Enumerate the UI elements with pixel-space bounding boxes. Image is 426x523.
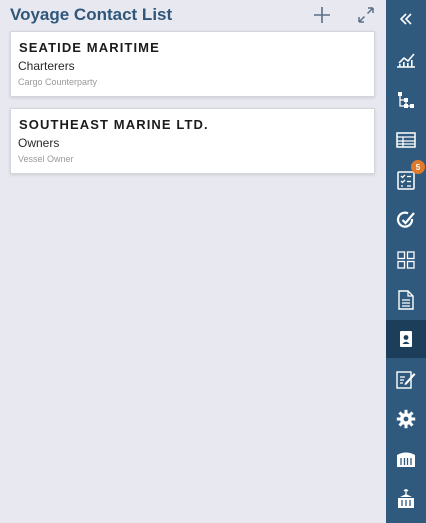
gear-icon <box>396 409 416 429</box>
hierarchy-icon <box>398 92 414 108</box>
sidebar-item-grid[interactable] <box>386 241 426 279</box>
contact-role: Owners <box>18 136 60 150</box>
contact-role: Charterers <box>18 59 75 73</box>
ledger-icon <box>396 132 416 148</box>
sidebar-item-cargo[interactable] <box>386 480 426 518</box>
contact-card-icon <box>400 331 412 347</box>
sidebar-item-ledger[interactable] <box>386 121 426 159</box>
sidebar-item-refresh[interactable] <box>386 201 426 239</box>
contact-card[interactable]: SOUTHEAST MARINE LTD. Owners Vessel Owne… <box>10 108 375 174</box>
collapse-double-chevron-icon <box>399 13 412 25</box>
sidebar-item-analytics[interactable] <box>386 41 426 79</box>
sidebar-item-document[interactable] <box>386 281 426 319</box>
sidebar-item-contacts[interactable] <box>386 320 426 358</box>
expand-button[interactable] <box>355 4 377 26</box>
panel-header: Voyage Contact List <box>0 0 386 30</box>
plus-icon <box>314 7 330 23</box>
contact-name: SOUTHEAST MARINE LTD. <box>19 117 209 132</box>
sidebar-item-container[interactable] <box>386 440 426 478</box>
contact-name: SEATIDE MARITIME <box>19 40 160 55</box>
cargo-lift-icon <box>398 489 414 508</box>
sidebar-item-hierarchy[interactable] <box>386 81 426 119</box>
document-icon <box>398 290 414 310</box>
sidebar-item-notes[interactable] <box>386 360 426 398</box>
sidebar-item-collapse[interactable] <box>386 0 426 38</box>
add-contact-button[interactable] <box>311 4 333 26</box>
contact-type: Cargo Counterparty <box>18 77 98 87</box>
contact-list-panel: Voyage Contact List SEATIDE MARITIME Cha… <box>0 0 386 523</box>
checklist-icon <box>397 171 415 190</box>
edit-note-icon <box>396 371 416 389</box>
expand-icon <box>358 7 374 23</box>
chart-icon <box>397 53 415 68</box>
checklist-badge: 5 <box>411 160 425 174</box>
contact-type: Vessel Owner <box>18 154 74 164</box>
contact-card[interactable]: SEATIDE MARITIME Charterers Cargo Counte… <box>10 31 375 97</box>
container-icon <box>397 452 415 467</box>
sidebar-item-settings[interactable] <box>386 400 426 438</box>
refresh-check-icon <box>397 211 415 228</box>
sidebar-item-checklist[interactable]: 5 <box>386 160 426 199</box>
page-title: Voyage Contact List <box>10 5 173 24</box>
right-sidebar: 5 <box>386 0 426 523</box>
grid-icon <box>397 251 415 269</box>
